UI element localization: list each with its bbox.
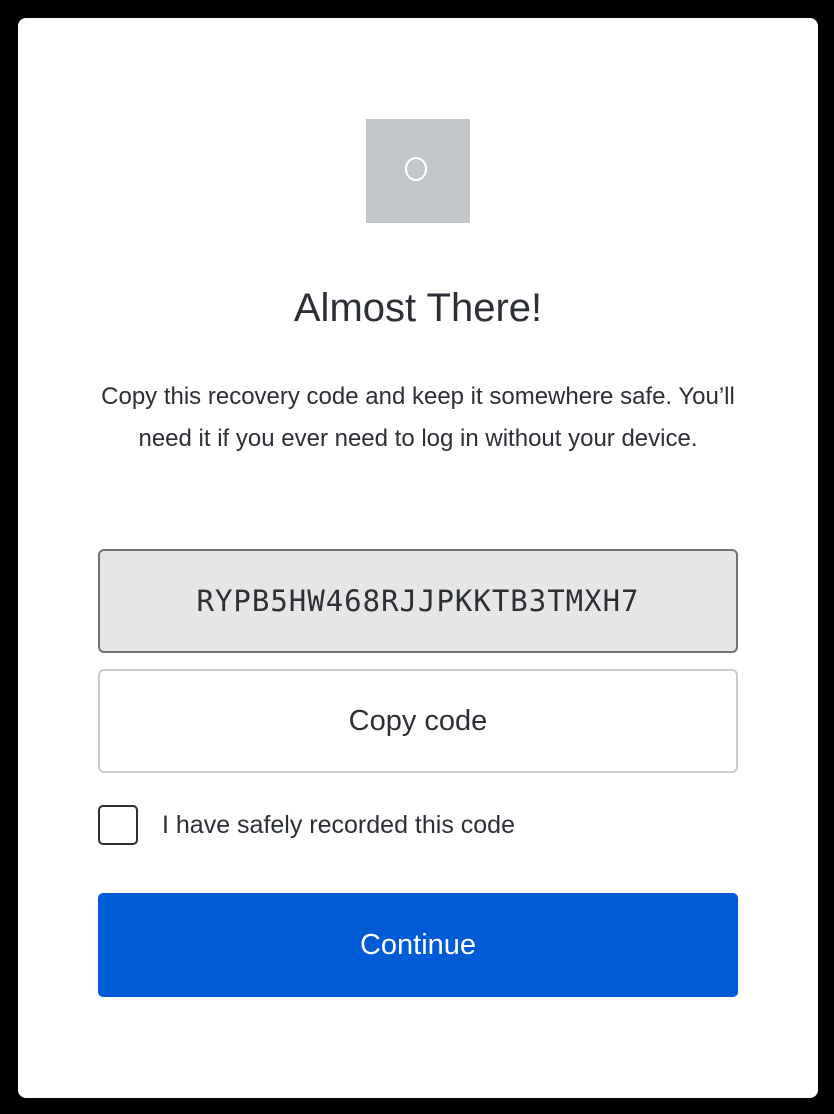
instructions-text: Copy this recovery code and keep it some… — [101, 383, 735, 452]
confirm-recorded-row[interactable]: I have safely recorded this code — [98, 805, 738, 845]
copy-code-button[interactable]: Copy code — [98, 669, 738, 773]
continue-button[interactable]: Continue — [98, 893, 738, 997]
confirm-recorded-checkbox[interactable] — [98, 805, 138, 845]
recovery-code-display[interactable]: RYPB5HW468RJJPKKTB3TMXH7 — [98, 549, 738, 653]
page-title: Almost There! — [293, 286, 543, 330]
recovery-code-dialog: Almost There! Copy this recovery code an… — [18, 18, 818, 1098]
confirm-recorded-label[interactable]: I have safely recorded this code — [162, 811, 515, 840]
app-logo — [366, 119, 470, 223]
circle-logo-placeholder-icon — [405, 157, 427, 181]
